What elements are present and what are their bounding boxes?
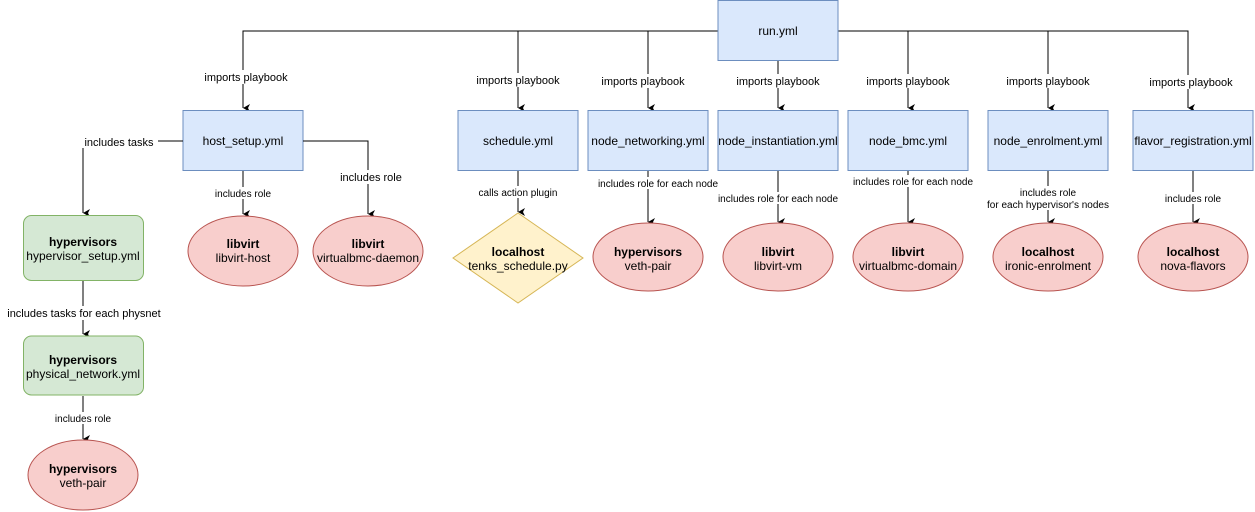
- node-node-instantiation[interactable]: node_instantiation.yml: [717, 110, 839, 171]
- node-label: schedule.yml: [483, 134, 553, 148]
- node-label: libvirt-vm: [754, 259, 802, 273]
- node-node-networking[interactable]: node_networking.yml: [587, 110, 709, 171]
- node-flavor-registration[interactable]: flavor_registration.yml: [1132, 110, 1254, 171]
- edge-label-node-enrolment: imports playbook: [1006, 76, 1090, 88]
- node-tenks-schedule[interactable]: localhost tenks_schedule.py: [452, 212, 584, 304]
- node-label: veth-pair: [625, 259, 672, 273]
- node-host: localhost: [1022, 245, 1075, 259]
- edge-label-ironic-enrolment-2: for each hypervisor's nodes: [987, 200, 1109, 211]
- edge-label-schedule: imports playbook: [476, 75, 560, 87]
- node-node-bmc[interactable]: node_bmc.yml: [847, 110, 969, 171]
- node-label: physical_network.yml: [26, 367, 140, 381]
- edge-label-virtualbmc-daemon: includes role: [340, 172, 402, 184]
- edge-label-includes-tasks: includes tasks: [84, 137, 154, 149]
- node-host: hypervisors: [614, 245, 682, 259]
- edge-label-ironic-enrolment-1: includes role: [1020, 188, 1077, 199]
- edge-run-right-trunk: [838, 30, 1189, 108]
- root-edges: [242, 30, 1195, 112]
- edge-label-node-instantiation: imports playbook: [736, 76, 820, 88]
- node-label: tenks_schedule.py: [468, 259, 567, 273]
- node-hypervisor-setup[interactable]: hypervisors hypervisor_setup.yml: [23, 215, 144, 281]
- node-label: nova-flavors: [1160, 259, 1225, 273]
- edge-label-libvirt-host: includes role: [215, 189, 272, 200]
- node-schedule[interactable]: schedule.yml: [457, 110, 579, 171]
- node-label: node_bmc.yml: [869, 134, 947, 148]
- import-labels: imports playbook imports playbook import…: [198, 70, 1238, 89]
- node-host: libvirt: [352, 237, 385, 251]
- node-host: hypervisors: [49, 235, 117, 249]
- node-host: libvirt: [762, 245, 795, 259]
- node-label: virtualbmc-domain: [859, 259, 957, 273]
- edge-label-libvirt-vm: includes role for each node: [718, 194, 839, 205]
- node-host: localhost: [492, 245, 545, 259]
- node-host: hypervisors: [49, 462, 117, 476]
- node-label: host_setup.yml: [203, 134, 284, 148]
- edge-label-node-networking: imports playbook: [601, 76, 685, 88]
- edge-host-setup-hypervisor-setup: [82, 140, 183, 217]
- node-libvirt-host[interactable]: libvirt libvirt-host: [187, 215, 299, 287]
- node-host: localhost: [1167, 245, 1220, 259]
- playbook-diagram: imports playbook imports playbook import…: [0, 0, 1254, 511]
- node-nova-flavors[interactable]: localhost nova-flavors: [1137, 222, 1249, 292]
- node-label: node_instantiation.yml: [718, 134, 837, 148]
- node-host: hypervisors: [49, 353, 117, 367]
- node-virtualbmc-domain[interactable]: libvirt virtualbmc-domain: [852, 222, 964, 292]
- node-label: flavor_registration.yml: [1134, 134, 1251, 148]
- edge-label-node-bmc: imports playbook: [866, 76, 950, 88]
- edge-run-host-setup: [242, 30, 718, 112]
- node-host: libvirt: [892, 245, 925, 259]
- node-label: ironic-enrolment: [1005, 259, 1092, 273]
- edge-label-veth-pair-tasks: includes role: [55, 414, 112, 425]
- edge-label-physnet: includes tasks for each physnet: [7, 308, 160, 320]
- node-host-setup[interactable]: host_setup.yml: [182, 110, 304, 171]
- edge-label-host-setup: imports playbook: [204, 72, 288, 84]
- node-ironic-enrolment[interactable]: localhost ironic-enrolment: [992, 222, 1104, 292]
- edge-label-veth-pair-net: includes role for each node: [598, 179, 719, 190]
- node-host: libvirt: [227, 237, 260, 251]
- node-virtualbmc-daemon[interactable]: libvirt virtualbmc-daemon: [312, 215, 424, 287]
- edge-label-nova-flavors: includes role: [1165, 194, 1222, 205]
- node-label: node_networking.yml: [591, 134, 704, 148]
- node-libvirt-vm[interactable]: libvirt libvirt-vm: [722, 222, 834, 292]
- node-run-yml[interactable]: run.yml: [717, 0, 839, 61]
- edge-label-virtualbmc-domain: includes role for each node: [853, 177, 974, 188]
- node-node-enrolment[interactable]: node_enrolment.yml: [987, 110, 1109, 171]
- node-physical-network[interactable]: hypervisors physical_network.yml: [23, 335, 144, 396]
- node-label: virtualbmc-daemon: [317, 251, 419, 265]
- node-label: libvirt-host: [216, 251, 271, 265]
- edge-label-flavor-registration: imports playbook: [1149, 77, 1233, 89]
- node-label: veth-pair: [60, 476, 107, 490]
- node-label: node_enrolment.yml: [994, 134, 1103, 148]
- node-veth-pair-tasks[interactable]: hypervisors veth-pair: [27, 439, 139, 511]
- node-label: run.yml: [758, 24, 797, 38]
- edge-label-plugin: calls action plugin: [479, 188, 558, 199]
- node-veth-pair-net[interactable]: hypervisors veth-pair: [592, 222, 704, 292]
- node-label: hypervisor_setup.yml: [26, 249, 139, 263]
